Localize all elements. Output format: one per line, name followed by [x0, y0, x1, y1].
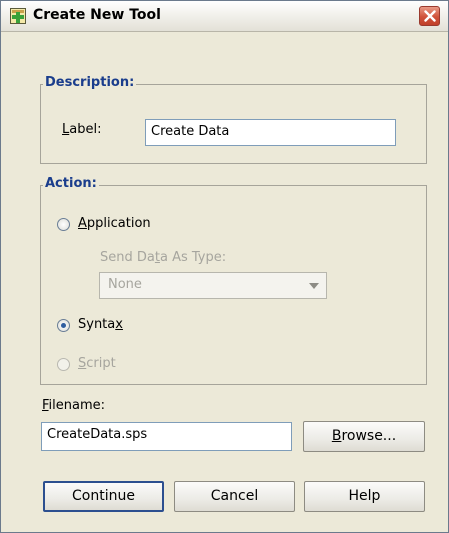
syntax-radio[interactable]: [57, 319, 70, 332]
tool-app-icon: [10, 8, 26, 24]
filename-label: Filename:: [42, 398, 106, 413]
create-new-tool-dialog: Create New Tool Description: Label: Crea…: [0, 0, 449, 533]
title-bar[interactable]: Create New Tool: [1, 1, 448, 32]
description-legend: Description:: [43, 75, 137, 90]
send-data-type-value: None: [108, 277, 142, 292]
window-title: Create New Tool: [33, 7, 161, 23]
send-data-type-select[interactable]: None: [99, 272, 327, 299]
help-button[interactable]: Help: [304, 481, 425, 512]
label-field-label: Label:: [62, 122, 102, 137]
continue-button[interactable]: Continue: [43, 481, 164, 512]
browse-button[interactable]: Browse...: [303, 421, 425, 452]
close-button[interactable]: [419, 6, 440, 26]
script-radio-label[interactable]: Script: [78, 356, 116, 371]
close-icon: [424, 10, 436, 22]
action-legend: Action:: [43, 176, 99, 191]
label-input[interactable]: Create Data: [145, 119, 396, 146]
chevron-down-icon: [309, 283, 319, 289]
application-radio[interactable]: [57, 218, 70, 231]
script-radio[interactable]: [57, 358, 70, 371]
send-data-type-label: Send Data As Type:: [100, 250, 227, 265]
cancel-button[interactable]: Cancel: [174, 481, 295, 512]
application-radio-label[interactable]: Application: [78, 216, 151, 231]
filename-input[interactable]: CreateData.sps: [41, 422, 292, 451]
syntax-radio-label[interactable]: Syntax: [78, 317, 123, 332]
